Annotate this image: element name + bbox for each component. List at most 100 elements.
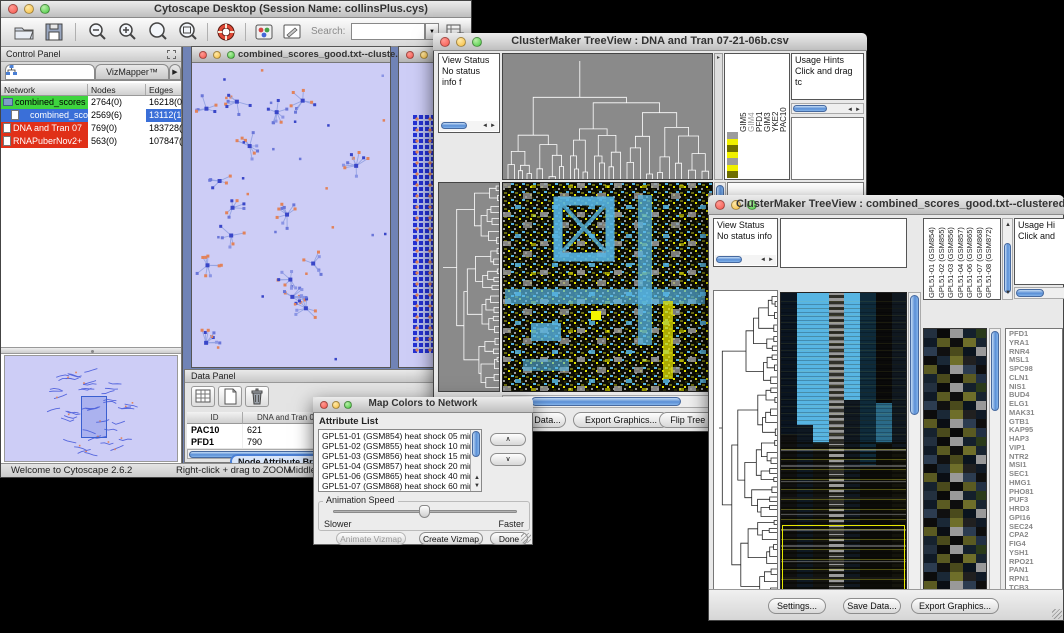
view-status-scrollbar[interactable]: ◄► xyxy=(440,121,498,131)
zoom-selected-icon[interactable] xyxy=(147,22,169,42)
network-row[interactable]: RNAPuberNov2+ 563(0) 107847(0) xyxy=(1,135,181,148)
network-file-icon xyxy=(3,123,11,133)
save-data-button[interactable]: Save Data... xyxy=(843,598,901,614)
close-icon[interactable] xyxy=(199,51,207,59)
view-status-box: View Status No status info ◄► xyxy=(713,218,778,267)
move-down-button[interactable]: ∨ xyxy=(490,453,526,466)
attribute-item[interactable]: GPL51-03 (GSM856) heat shock 15 min xyxy=(319,451,469,461)
rotated-array-labels: GPL51-01 (GSM854)GPL51-02 (GSM855)GPL51-… xyxy=(927,218,994,298)
attribute-item[interactable]: GPL51-04 (GSM857) heat shock 20 min xyxy=(319,461,469,471)
main-heatmap[interactable] xyxy=(780,292,907,608)
rotated-array-label: GPL51-01 (GSM854) xyxy=(927,218,937,298)
move-up-button[interactable]: ∧ xyxy=(490,433,526,446)
attribute-listbox[interactable]: GPL51-01 (GSM854) heat shock 05 minGPL51… xyxy=(318,429,482,492)
zoom-gene-labels: PFD1YRA1RNR4MSL1SPC98CLN1NIS1BUD4ELG1MAK… xyxy=(1005,328,1063,608)
export-graphics-button[interactable]: Export Graphics... xyxy=(911,598,999,614)
zoom-window-icon[interactable] xyxy=(40,4,50,14)
close-icon[interactable] xyxy=(715,200,725,210)
new-attribute-button[interactable] xyxy=(218,386,242,407)
attribute-item[interactable]: GPL51-07 (GSM868) heat shock 60 min xyxy=(319,481,469,491)
slider-thumb[interactable] xyxy=(419,505,430,518)
attribute-item[interactable]: GPL51-01 (GSM854) heat shock 05 min xyxy=(319,431,469,441)
zoom-heatmap[interactable] xyxy=(923,328,987,608)
row-dendrogram[interactable] xyxy=(713,290,778,608)
panel-divider[interactable] xyxy=(1,347,181,354)
close-icon[interactable] xyxy=(406,51,414,59)
attribute-list-label: Attribute List xyxy=(319,416,378,427)
tab-overflow-button[interactable]: ▶ xyxy=(169,64,181,80)
vizmapper-icon[interactable] xyxy=(253,22,275,42)
rotated-gene-label: GIM5 xyxy=(739,56,747,132)
column-dendrogram[interactable] xyxy=(502,53,713,180)
help-lifebuoy-icon[interactable] xyxy=(215,22,237,42)
zoom-in-icon[interactable] xyxy=(117,22,139,42)
attribute-item[interactable]: GPL51-02 (GSM855) heat shock 10 min xyxy=(319,441,469,451)
delete-attribute-trash-icon[interactable] xyxy=(245,386,269,407)
resize-grip[interactable] xyxy=(1052,609,1062,619)
birdseye-view[interactable] xyxy=(4,355,178,462)
network-row[interactable]: DNA and Tran 07 769(0) 183728(0) xyxy=(1,122,181,135)
float-panel-icon[interactable] xyxy=(167,50,176,59)
close-icon[interactable] xyxy=(8,4,18,14)
animation-speed-group: Animation Speed Slower Faster xyxy=(318,501,530,531)
tab-vizmapper[interactable]: VizMapper™ xyxy=(95,64,169,80)
minimize-icon[interactable] xyxy=(213,51,221,59)
column-header-edges[interactable]: Edges xyxy=(146,84,182,95)
main-titlebar[interactable]: Cytoscape Desktop (Session Name: collins… xyxy=(1,1,471,18)
column-header-id[interactable]: ID xyxy=(187,412,243,424)
animate-vizmap-button[interactable]: Animate Vizmap xyxy=(336,532,406,545)
tab-vizmapper-label: VizMapper™ xyxy=(106,67,158,77)
attribute-item[interactable]: GPL51-06 (GSM865) heat shock 40 min xyxy=(319,471,469,481)
usage-hints-scrollbar[interactable]: ◄► xyxy=(791,103,864,114)
animation-speed-label: Animation Speed xyxy=(323,495,398,505)
row-dendrogram[interactable] xyxy=(438,182,500,392)
status-hint-zoom: Right-click + drag to ZOOM xyxy=(176,465,291,476)
main-toolbar: Search: ▼ xyxy=(1,18,471,47)
attribute-list-scrollbar[interactable]: ▲▼ xyxy=(470,430,481,491)
zoom-fit-icon[interactable] xyxy=(177,22,199,42)
network-edges-count: 107847(0) xyxy=(146,135,181,148)
selection-color-strip xyxy=(727,132,738,178)
zoom-vscrollbar[interactable]: ▲▼ xyxy=(989,328,1001,608)
network-edges-count: 13112(15) xyxy=(146,109,181,122)
birdseye-viewport-rect[interactable] xyxy=(81,396,107,438)
network-tab-icon xyxy=(6,65,17,76)
column-labels-scrollbar[interactable]: ▲▼ xyxy=(1002,218,1013,300)
export-graphics-button[interactable]: Export Graphics... xyxy=(573,412,669,428)
minimize-icon[interactable] xyxy=(24,4,34,14)
column-header-nodes[interactable]: Nodes xyxy=(88,84,146,95)
network-graph-canvas[interactable] xyxy=(192,63,390,367)
settings-button[interactable]: Settings... xyxy=(768,598,826,614)
rotated-gene-labels: GIM5GIM4PFD1GIM3YKE2PAC10 xyxy=(739,56,787,132)
network-name: RNAPuberNov2+ xyxy=(13,136,82,146)
main-heatmap[interactable] xyxy=(502,182,713,392)
heatmap-vscrollbar[interactable]: ▲▼ xyxy=(908,292,921,608)
network-row[interactable]: combined_scores 2764(0) 16218(0) xyxy=(1,96,181,109)
save-icon[interactable] xyxy=(43,22,65,42)
column-header-network[interactable]: Network xyxy=(1,84,88,95)
treeview1-titlebar[interactable]: ClusterMaker TreeView : DNA and Tran 07-… xyxy=(433,33,867,51)
create-vizmap-button[interactable]: Create Vizmap xyxy=(419,532,483,545)
dialog-titlebar[interactable]: Map Colors to Network xyxy=(313,397,533,413)
usage-hints-scrollbar[interactable] xyxy=(1014,287,1064,299)
window-controls[interactable] xyxy=(8,4,50,14)
table-mode-button[interactable] xyxy=(191,386,215,407)
toolbar-separator xyxy=(245,23,246,41)
zoom-out-icon[interactable] xyxy=(87,22,109,42)
view-status-title: View Status xyxy=(442,55,496,66)
view-status-scrollbar[interactable]: ◄► xyxy=(715,255,776,265)
open-file-icon[interactable] xyxy=(13,22,35,42)
column-dendrogram-area[interactable] xyxy=(780,218,907,268)
control-panel: Control Panel Network VizMapper™ ▶ Netwo… xyxy=(1,47,182,465)
resize-grip[interactable] xyxy=(521,533,531,543)
annotation-icon[interactable] xyxy=(281,22,303,42)
network-view-titlebar[interactable]: combined_scores_good.txt--cluste... xyxy=(192,47,390,63)
tab-network[interactable]: Network xyxy=(5,64,95,80)
network-row[interactable]: combined_sco 2569(6) 13112(15) xyxy=(1,109,181,122)
dendrogram-splitter[interactable]: ▸ xyxy=(714,53,723,180)
minimize-icon[interactable] xyxy=(420,51,428,59)
search-label: Search: xyxy=(311,26,345,37)
treeview2-titlebar[interactable]: ClusterMaker TreeView : combined_scores_… xyxy=(708,195,1064,215)
zoom-window-icon[interactable] xyxy=(227,51,235,59)
search-input[interactable] xyxy=(351,23,425,40)
